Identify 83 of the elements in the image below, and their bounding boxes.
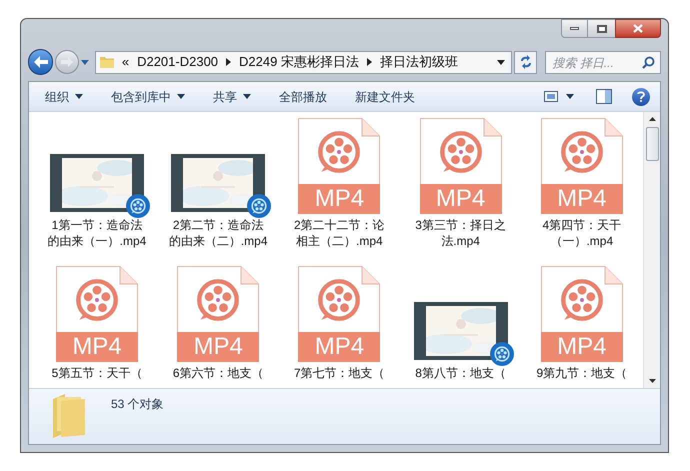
dropdown-arrow-icon — [566, 94, 574, 99]
file-item[interactable]: 1第一节：造命法的由来（一）.mp4 — [37, 116, 157, 264]
file-name: 6第六节：地支（ — [172, 365, 265, 381]
breadcrumb[interactable]: 择日法初级班 — [380, 52, 458, 72]
file-item[interactable]: 2第二节：造命法的由来（二）.mp4 — [158, 116, 278, 264]
vertical-scrollbar[interactable] — [643, 112, 660, 388]
file-type-label: MP4 — [56, 332, 138, 362]
breadcrumb[interactable]: D2201-D2300 — [137, 52, 218, 72]
item-count: 53 个对象 — [111, 396, 164, 413]
dropdown-arrow-icon — [496, 60, 505, 64]
file-name: 2第二十二节：论相主（二）.mp4 — [293, 217, 386, 249]
file-name: 9第九节：地支（ — [535, 365, 628, 381]
file-name: 7第七节：地支（ — [293, 365, 386, 381]
view-icon — [544, 91, 558, 102]
film-reel-icon — [317, 130, 362, 174]
file-name: 2第二节：造命法的由来（二）.mp4 — [168, 217, 268, 249]
refresh-arrows-icon — [518, 55, 533, 69]
search-field[interactable]: 搜索 择日... — [545, 51, 661, 74]
file-item[interactable]: MP4 3第三节：择日之法.mp4 — [400, 116, 521, 264]
close-button[interactable] — [615, 19, 661, 38]
folder-icon — [100, 55, 114, 69]
refresh-button[interactable] — [514, 50, 538, 74]
toolbar-button[interactable]: 新建文件夹 — [355, 88, 415, 106]
file-type-label: MP4 — [420, 184, 502, 214]
scroll-down-icon — [648, 379, 656, 383]
scroll-up-icon — [648, 117, 656, 121]
address-bar[interactable]: « D2201-D2300 D2249 宋惠彬择日法 择日法初级班 — [94, 50, 512, 74]
history-dropdown-icon — [81, 60, 89, 64]
right-arrow-icon — [61, 57, 74, 67]
folded-corner-icon — [120, 266, 138, 284]
maximize-button[interactable] — [588, 19, 615, 38]
file-item[interactable]: MP4 5第五节：天干（ — [37, 264, 157, 388]
minimize-button[interactable] — [561, 19, 588, 38]
file-name: 1第一节：造命法的由来（一）.mp4 — [47, 217, 147, 249]
breadcrumb-arrow-icon — [226, 58, 232, 66]
file-name: 3第三节：择日之法.mp4 — [414, 217, 507, 249]
left-arrow-icon — [34, 56, 48, 68]
file-item[interactable]: MP4 7第七节：地支（ — [279, 264, 400, 388]
film-reel-icon — [494, 346, 510, 362]
film-reel-icon — [75, 278, 119, 322]
search-icon — [642, 56, 655, 68]
preview-pane-button[interactable] — [596, 89, 612, 104]
file-item[interactable]: 8第八节：地支（ — [400, 264, 521, 388]
toolbar-button[interactable]: 包含到库中 — [111, 88, 185, 106]
film-reel-icon — [438, 130, 483, 174]
close-icon — [633, 24, 643, 33]
pane-icon — [596, 89, 612, 104]
film-reel-icon — [317, 278, 362, 322]
toolbar-button[interactable]: 全部播放 — [279, 88, 327, 106]
film-reel-icon — [560, 278, 604, 322]
folded-corner-icon — [483, 118, 502, 136]
file-name: 8第八节：地支（ — [414, 365, 507, 381]
file-type-label: MP4 — [540, 332, 623, 362]
file-item[interactable]: MP4 4第四节：天干（一）.mp4 — [522, 116, 642, 264]
folded-corner-icon — [362, 118, 380, 136]
file-type-label: MP4 — [540, 184, 623, 214]
breadcrumb-arrow-icon — [366, 58, 372, 66]
back-button[interactable] — [28, 49, 54, 75]
file-name: 4第四节：天干（一）.mp4 — [541, 217, 622, 249]
file-item[interactable]: MP4 6第六节：地支（ — [158, 264, 278, 388]
file-type-label: MP4 — [177, 332, 260, 362]
toolbar-button[interactable]: 共享 — [213, 88, 251, 106]
film-reel-icon — [196, 278, 240, 322]
file-item[interactable]: MP4 9第九节：地支（ — [522, 264, 642, 388]
folded-corner-icon — [604, 118, 623, 136]
film-reel-icon — [560, 130, 604, 174]
film-reel-icon — [251, 198, 268, 214]
help-button[interactable] — [632, 88, 650, 106]
folded-corner-icon — [604, 266, 623, 284]
overflow-chevron[interactable]: « — [122, 52, 130, 72]
file-item[interactable]: MP4 2第二十二节：论相主（二）.mp4 — [279, 116, 400, 264]
toolbar-button[interactable]: 组织 — [45, 88, 83, 106]
file-type-label: MP4 — [298, 184, 380, 214]
folded-corner-icon — [362, 266, 380, 284]
help-icon — [637, 91, 645, 102]
view-options-button[interactable] — [544, 91, 574, 102]
file-type-label: MP4 — [298, 332, 380, 362]
scroll-thumb[interactable] — [646, 127, 658, 161]
folder-icon — [51, 393, 85, 439]
film-reel-icon — [130, 198, 146, 214]
file-name: 5第五节：天干（ — [50, 365, 144, 381]
folded-corner-icon — [240, 266, 260, 284]
breadcrumb[interactable]: D2249 宋惠彬择日法 — [239, 52, 359, 72]
